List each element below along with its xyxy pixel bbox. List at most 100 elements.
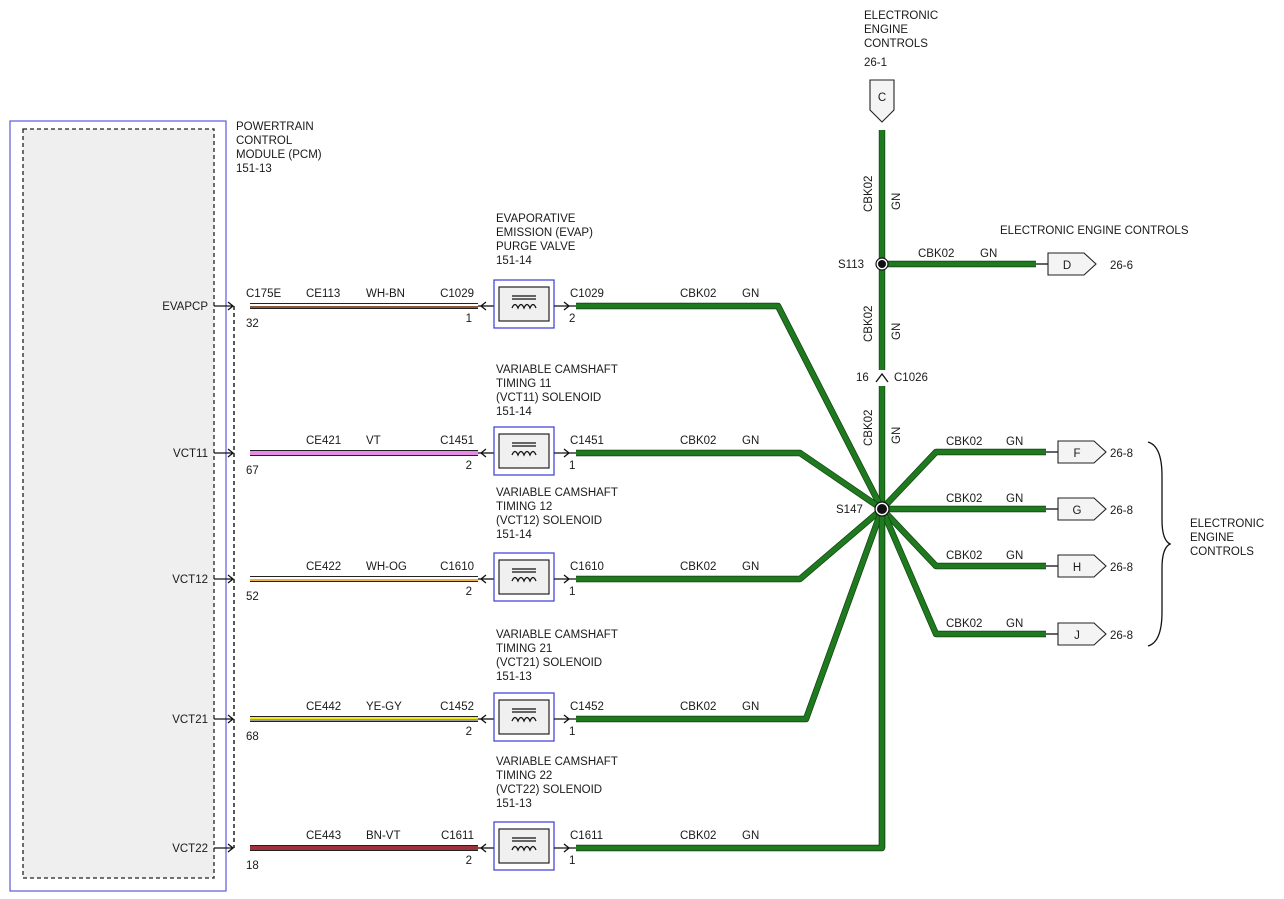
device-title-line: EVAPORATIVE (496, 213, 576, 225)
device-out-pin: 2 (569, 313, 575, 325)
trunk-low-circuit: CBK02 (863, 410, 875, 446)
connector-flag[interactable] (1057, 554, 1107, 578)
inline-connector-name: C1029 (440, 288, 474, 300)
connector-flag[interactable] (1057, 622, 1107, 646)
solenoid-device[interactable] (493, 552, 555, 602)
device-title-line: 151-14 (496, 406, 532, 418)
s147-splice[interactable] (877, 504, 887, 514)
s113-label: S113 (838, 259, 864, 271)
c1026-symbol[interactable] (875, 372, 889, 383)
device-body (498, 433, 550, 469)
inline-connector-pin: 2 (466, 586, 472, 598)
wire-color-code: VT (366, 435, 381, 447)
wire-circuit-number: CE421 (306, 435, 341, 447)
ground-feed-wire (576, 508, 885, 722)
wiring-diagram: POWERTRAIN CONTROL MODULE (PCM) 151-13 C… (9, 10, 1264, 892)
circuit-row: VCT11 67 CE421 VT C1451 2 VARIABLE CAMSHAFT TIM… (173, 364, 759, 477)
branch-circuit-number: CBK02 (946, 550, 982, 562)
device-out-connector: C1610 (570, 561, 604, 573)
connector-c-letter: C (878, 92, 886, 104)
connector-flag[interactable] (1057, 440, 1107, 464)
wire-color-code: WH-OG (366, 561, 407, 573)
pcm-pin-number: 32 (246, 318, 259, 330)
connector-page-ref: 26-8 (1110, 448, 1133, 460)
wire-base-color (250, 717, 478, 719)
device-body (498, 559, 550, 595)
device-title-line: 151-14 (496, 529, 532, 541)
branch-circuit-number: CBK02 (946, 493, 982, 505)
pcm-pin-number: 18 (246, 860, 259, 872)
s147-feeds (576, 302, 886, 852)
device-title-line: 151-14 (496, 255, 532, 267)
connector-flag[interactable] (1057, 497, 1107, 521)
connector-letter: G (1073, 505, 1082, 517)
solenoid-device[interactable] (493, 279, 555, 329)
connector-d-flag[interactable] (1047, 252, 1097, 276)
connector-letter: H (1073, 562, 1081, 574)
branch-color-code: GN (1006, 493, 1023, 505)
wire-circuit-number: CE442 (306, 701, 341, 713)
device-title-line: VARIABLE CAMSHAFT (496, 629, 618, 641)
ground-color-code: GN (742, 701, 759, 713)
pcm-page-ref: 151-13 (236, 163, 272, 175)
ground-feed-edge (576, 506, 885, 583)
top-ref-page: 26-1 (864, 57, 887, 69)
branch-color-code: GN (1006, 618, 1023, 630)
connector-letter: F (1073, 448, 1080, 460)
pcm-pin-number: 52 (246, 591, 259, 603)
device-title-line: EMISSION (EVAP) (496, 227, 593, 239)
wire-stripe-color (250, 453, 478, 455)
ground-circuit-number: CBK02 (680, 435, 716, 447)
ground-circuit-number: CBK02 (680, 830, 716, 842)
device-body (498, 286, 550, 322)
pcm-module: POWERTRAIN CONTROL MODULE (PCM) 151-13 C… (9, 120, 322, 892)
device-title-line: (VCT11) SOLENOID (496, 392, 601, 404)
splice-branch: CBK02 GN G 26-8 (882, 493, 1133, 521)
device-out-pin: 1 (569, 460, 575, 472)
connector-page-ref: 26-8 (1110, 562, 1133, 574)
splice-branch: CBK02 GN J 26-8 (879, 507, 1133, 646)
device-out-pin: 1 (569, 855, 575, 867)
circuit-row: EVAPCP 32 CE113 WH-BN C1029 1 EVAPORATIVE EMISS… (162, 213, 759, 330)
branch-circuit-number: CBK02 (946, 436, 982, 448)
pcm-pin-label: VCT21 (172, 714, 208, 726)
s113-splice[interactable] (878, 260, 886, 268)
device-title-line: VARIABLE CAMSHAFT (496, 364, 618, 376)
device-body (498, 699, 550, 735)
inline-connector-pin: 1 (466, 313, 472, 325)
trunk-mid-color: GN (891, 323, 903, 340)
device-title-line: PURGE VALVE (496, 241, 576, 253)
inline-connector-name: C1611 (441, 830, 474, 842)
pcm-title-1: POWERTRAIN (236, 121, 314, 133)
circuit-row: VCT22 18 CE443 BN-VT C1611 2 VARIABLE CAMSHAFT… (172, 756, 759, 872)
connector-letter: J (1074, 630, 1080, 642)
inline-connector-pin: 2 (466, 460, 472, 472)
wire-stripe-color (250, 848, 478, 850)
solenoid-device[interactable] (493, 821, 555, 871)
device-body (498, 828, 550, 864)
c1026-pin: 16 (856, 372, 869, 384)
ground-feed-edge (576, 507, 886, 723)
ground-feed-wire (576, 509, 885, 851)
inline-connector-name: C1452 (440, 701, 474, 713)
device-title-line: VARIABLE CAMSHAFT (496, 487, 618, 499)
c1026-name: C1026 (894, 372, 928, 384)
wire-stripe-color (250, 579, 478, 581)
device-out-connector: C1611 (570, 830, 603, 842)
device-out-pin: 1 (569, 726, 575, 738)
ground-feed-edge (576, 449, 884, 512)
device-title-line: 151-13 (496, 671, 532, 683)
wire-circuit-number: CE113 (306, 288, 340, 300)
device-title-line: (VCT21) SOLENOID (496, 657, 602, 669)
pcm-body (22, 128, 215, 879)
solenoid-device[interactable] (493, 426, 555, 476)
wire-base-color (250, 846, 478, 848)
connector-page-ref: 26-8 (1110, 505, 1133, 517)
inline-connector-pin: 2 (466, 726, 472, 738)
solenoid-device[interactable] (493, 692, 555, 742)
s147-branches: CBK02 GNF 26-8CBK02 GNG 26-8CBK02 GNH 26-8CBK0… (879, 436, 1133, 646)
wire-stripe-color (250, 719, 478, 721)
group-title-1: ELECTRONIC (1190, 518, 1264, 530)
device-title-line: TIMING 22 (496, 770, 552, 782)
d-branch-color: GN (980, 248, 997, 260)
